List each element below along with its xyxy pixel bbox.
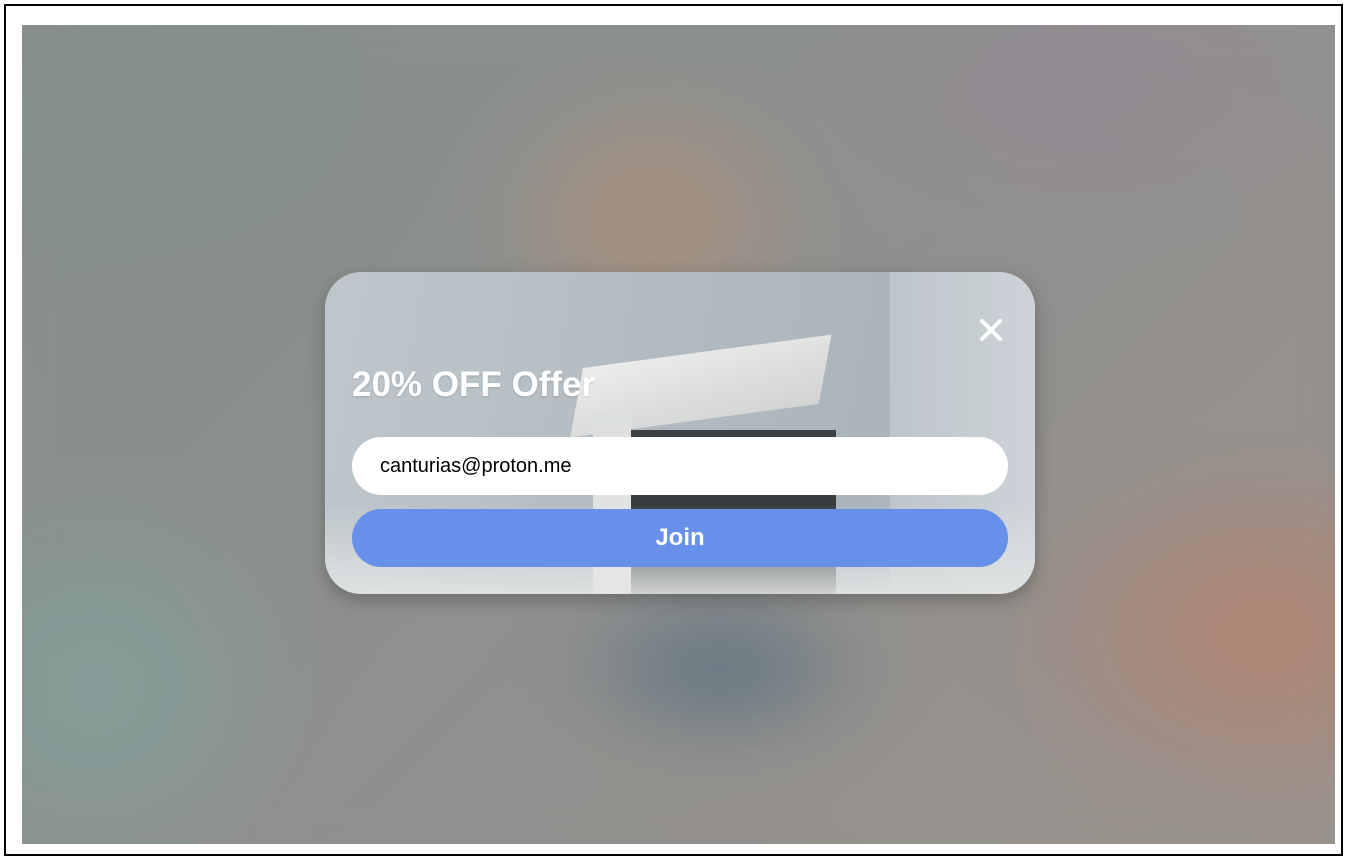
- offer-modal: 20% OFF Offer Join: [325, 272, 1035, 594]
- close-icon[interactable]: [977, 316, 1005, 344]
- join-button[interactable]: Join: [352, 509, 1008, 567]
- email-input[interactable]: [352, 437, 1008, 495]
- offer-title: 20% OFF Offer: [352, 365, 596, 404]
